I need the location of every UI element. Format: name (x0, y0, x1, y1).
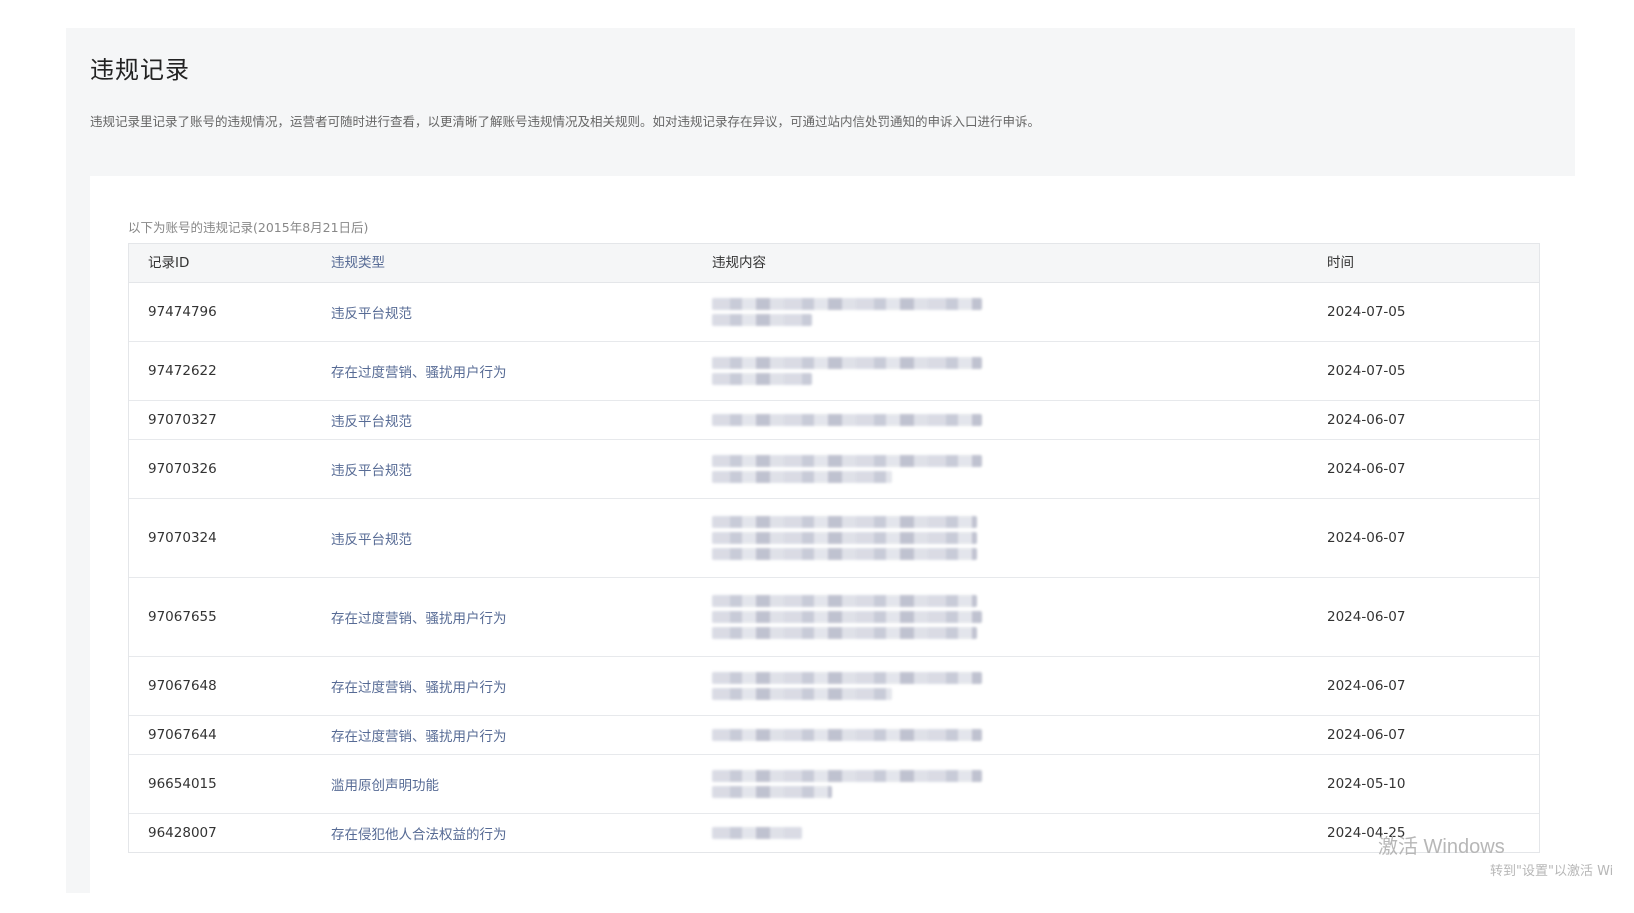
windows-activation-hint: 转到"设置"以激活 Wi (1490, 864, 1614, 879)
redacted-text-line (712, 786, 832, 798)
redacted-text-line (712, 770, 982, 782)
violation-time: 2024-06-07 (1327, 412, 1406, 428)
record-id: 96428007 (148, 825, 217, 841)
table-row: 97067648 存在过度营销、骚扰用户行为 2024-06-07 (129, 656, 1539, 715)
violation-time: 2024-06-07 (1327, 530, 1406, 546)
redacted-text-line (712, 532, 977, 544)
violation-content-redacted (712, 668, 982, 704)
records-caption: 以下为账号的违规记录(2015年8月21日后) (128, 220, 369, 235)
redacted-text-line (712, 314, 812, 326)
redacted-text-line (712, 595, 977, 607)
violation-type: 存在过度营销、骚扰用户行为 (331, 611, 507, 627)
violation-type: 违反平台规范 (331, 463, 412, 479)
redacted-text-line (712, 414, 982, 426)
header-violation-type: 违规类型 (331, 255, 385, 271)
violation-time: 2024-06-07 (1327, 727, 1406, 743)
redacted-text-line (712, 548, 977, 560)
violation-time: 2024-06-07 (1327, 461, 1406, 477)
header-time: 时间 (1327, 255, 1354, 271)
violation-content-redacted (712, 725, 982, 745)
redacted-text-line (712, 729, 982, 741)
violation-type: 存在过度营销、骚扰用户行为 (331, 365, 507, 381)
violation-type: 违反平台规范 (331, 532, 412, 548)
table-row: 96428007 存在侵犯他人合法权益的行为 2024-04-25 (129, 813, 1539, 852)
table-row: 97474796 违反平台规范 2024-07-05 (129, 283, 1539, 341)
record-id: 97472622 (148, 363, 217, 379)
violation-content-redacted (712, 512, 977, 564)
table-row: 97472622 存在过度营销、骚扰用户行为 2024-07-05 (129, 341, 1539, 400)
record-id: 97070327 (148, 412, 217, 428)
violation-time: 2024-07-05 (1327, 304, 1406, 320)
table-header: 记录ID 违规类型 违规内容 时间 (129, 244, 1539, 283)
violation-content-redacted (712, 353, 982, 389)
violation-content-redacted (712, 451, 982, 487)
violation-content-redacted (712, 294, 982, 330)
redacted-text-line (712, 688, 892, 700)
redacted-text-line (712, 827, 802, 839)
table-row: 97070327 违反平台规范 2024-06-07 (129, 400, 1539, 439)
records-panel: 以下为账号的违规记录(2015年8月21日后) 记录ID 违规类型 违规内容 时… (90, 176, 1575, 893)
page-title: 违规记录 (90, 56, 190, 84)
redacted-text-line (712, 627, 977, 639)
violation-time: 2024-06-07 (1327, 609, 1406, 625)
table-row: 97067644 存在过度营销、骚扰用户行为 2024-06-07 (129, 715, 1539, 754)
record-id: 97474796 (148, 304, 217, 320)
violation-records-page: 违规记录 违规记录里记录了账号的违规情况，运营者可随时进行查看，以更清晰了解账号… (66, 28, 1575, 893)
violation-type: 违反平台规范 (331, 414, 412, 430)
redacted-text-line (712, 455, 982, 467)
violation-type: 存在过度营销、骚扰用户行为 (331, 729, 507, 745)
violation-type: 违反平台规范 (331, 306, 412, 322)
table-row: 97070326 违反平台规范 2024-06-07 (129, 439, 1539, 498)
table-row: 97070324 违反平台规范 2024-06-07 (129, 498, 1539, 577)
violation-type: 存在侵犯他人合法权益的行为 (331, 827, 507, 843)
violation-content-redacted (712, 591, 982, 643)
violation-time: 2024-05-10 (1327, 776, 1406, 792)
windows-activation-watermark: 激活 Windows (1378, 836, 1505, 858)
record-id: 96654015 (148, 776, 217, 792)
page-description: 违规记录里记录了账号的违规情况，运营者可随时进行查看，以更清晰了解账号违规情况及… (90, 114, 1041, 129)
record-id: 97067648 (148, 678, 217, 694)
redacted-text-line (712, 298, 982, 310)
violation-type: 滥用原创声明功能 (331, 778, 439, 794)
header-record-id: 记录ID (148, 255, 190, 271)
violation-time: 2024-06-07 (1327, 678, 1406, 694)
record-id: 97067655 (148, 609, 217, 625)
violation-content-redacted (712, 410, 982, 430)
violation-type: 存在过度营销、骚扰用户行为 (331, 680, 507, 696)
redacted-text-line (712, 373, 812, 385)
redacted-text-line (712, 357, 982, 369)
redacted-text-line (712, 672, 982, 684)
violation-content-redacted (712, 766, 982, 802)
table-row: 97067655 存在过度营销、骚扰用户行为 2024-06-07 (129, 577, 1539, 656)
record-id: 97070326 (148, 461, 217, 477)
redacted-text-line (712, 611, 982, 623)
violation-content-redacted (712, 823, 802, 843)
record-id: 97070324 (148, 530, 217, 546)
redacted-text-line (712, 516, 977, 528)
table-body: 97474796 违反平台规范 2024-07-05 97472622 存在过度营销、骚… (129, 283, 1539, 852)
redacted-text-line (712, 471, 892, 483)
violation-time: 2024-07-05 (1327, 363, 1406, 379)
header-violation-content: 违规内容 (712, 255, 766, 271)
record-id: 97067644 (148, 727, 217, 743)
records-table: 记录ID 违规类型 违规内容 时间 97474796 违反平台规范 2024-07-… (128, 243, 1540, 853)
table-row: 96654015 滥用原创声明功能 2024-05-10 (129, 754, 1539, 813)
